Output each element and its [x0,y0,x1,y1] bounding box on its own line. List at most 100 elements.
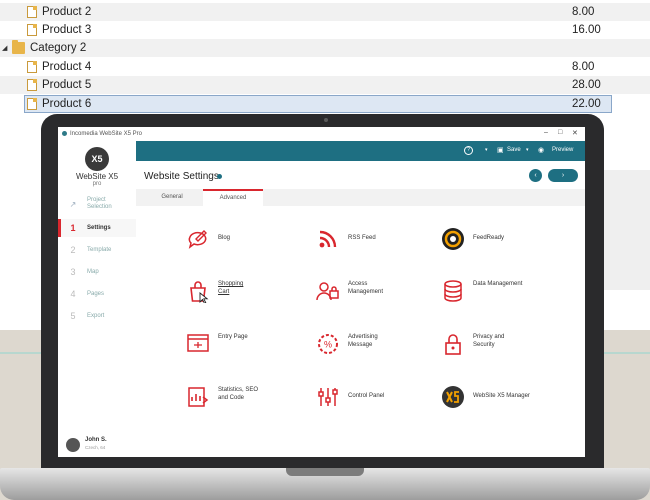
sidebar-item-template[interactable]: 2 Template [58,241,136,259]
feature-label: Shopping Cart [218,281,244,295]
avatar [66,438,80,452]
save-chevron-icon[interactable]: ▾ [526,147,529,153]
tree-row-label: Product 4 [42,61,92,73]
step-number: 4 [70,289,76,299]
next-button[interactable]: › [548,169,578,182]
sidebar-item-settings[interactable]: 1 Settings [58,219,139,237]
tree-row-value: 28.00 [572,79,601,91]
database-icon [444,280,462,302]
feature-blog[interactable]: Blog [186,224,316,254]
tree-row-label: Product 3 [42,24,92,36]
settings-tabs: General Advanced [136,189,585,207]
feature-x5-manager[interactable]: WebSite X5 Manager [441,382,571,412]
sidebar-item-label: Export [87,312,105,319]
user-subtitle: Czech, 64 [85,445,106,450]
background-shelf [596,170,650,290]
step-number: 2 [70,245,76,255]
user-profile[interactable]: John S. Czech, 64 [66,436,132,454]
tree-row-product-6[interactable]: Product 6 22.00 [0,95,650,113]
advertising-icon: % [318,334,338,354]
sidebar-item-pages[interactable]: 4 Pages [58,285,136,303]
preview-button[interactable]: Preview [552,147,573,153]
step-number: 5 [70,311,76,321]
folder-icon [12,40,25,54]
feature-advertising-message[interactable]: % Advertising Message [316,329,446,359]
step-number: 3 [70,267,76,277]
sidebar-item-export[interactable]: 5 Export [58,307,136,325]
control-panel-icon [318,388,338,406]
page-header: Website Settings ‹ › [136,161,585,189]
product-icon [27,61,37,73]
tree-row-value: 16.00 [572,24,601,36]
feature-shopping-cart[interactable]: Shopping Cart [186,276,316,306]
feature-statistics-seo-code[interactable]: Statistics, SEO and Code [186,382,316,412]
feature-label: Privacy and Security [473,334,505,348]
product-icon [27,79,37,91]
tree-row-label: Product 2 [42,6,92,18]
feature-data-management[interactable]: Data Management [441,276,571,306]
x5-manager-icon [442,386,464,408]
feature-privacy-security[interactable]: Privacy and Security [441,329,571,359]
tree-row-product-2[interactable]: Product 2 8.00 [0,3,650,21]
feature-control-panel[interactable]: Control Panel [316,382,446,412]
save-icon[interactable]: ▣ [497,146,504,154]
rocket-icon: ↗ [69,199,77,209]
expand-arrow-icon[interactable]: ◢ [2,44,12,52]
sidebar-item-label: Map [87,268,99,275]
feature-label: FeedReady [473,235,505,241]
sidebar-item-label: Project Selection [87,197,112,210]
feature-access-management[interactable]: Access Management [316,276,446,306]
maximize-icon[interactable]: □ [558,129,562,136]
laptop-screen: Incomedia WebSite X5 Pro – □ ✕ X5 WebSit… [58,127,585,457]
statistics-icon [188,387,209,407]
tab-general[interactable]: General [142,189,202,206]
tree-row-product-5[interactable]: Product 5 28.00 [0,76,650,94]
tree-row-product-4[interactable]: Product 4 8.00 [0,58,650,76]
tree-row-value: 8.00 [572,61,595,73]
help-chevron-icon[interactable]: ▾ [485,147,488,153]
info-icon[interactable] [217,174,222,179]
sidebar: X5 WebSite X5 pro ↗ Project Selection 1 … [58,141,139,457]
svg-text:%: % [324,340,332,350]
back-button[interactable]: ‹ [529,169,542,182]
top-toolbar: ? ▾ ▣ Save ▾ ◉ Preview [136,141,585,161]
feature-grid: Blog RSS Feed FeedReady Shopping Cart Ac… [136,206,585,457]
logo-subtext: pro [92,181,102,187]
feature-rss-feed[interactable]: RSS Feed [316,224,446,254]
save-button[interactable]: Save [507,147,521,153]
product-icon [27,6,37,18]
access-management-icon [316,282,339,301]
page-title: Website Settings [144,171,219,182]
eye-icon[interactable]: ◉ [538,146,544,154]
logo-text: WebSite X5 [75,172,119,181]
feature-label: Data Management [473,281,523,287]
product-tree: Product 2 8.00 Product 3 16.00 ◢ Categor… [0,0,650,118]
feature-entry-page[interactable]: Entry Page [186,329,316,359]
feature-label: Blog [218,235,231,241]
feature-label: Control Panel [348,393,385,399]
feature-feedready[interactable]: FeedReady [441,224,571,254]
tree-row-value: 22.00 [572,98,601,110]
tab-advanced[interactable]: Advanced [203,189,263,206]
tree-row-value: 8.00 [572,6,595,18]
feature-label: Entry Page [218,334,248,340]
tree-row-category-2[interactable]: ◢ Category 2 [0,39,650,57]
sidebar-item-project-selection[interactable]: ↗ Project Selection [58,193,136,215]
website-x5-logo: X5 [85,147,109,171]
tree-row-product-3[interactable]: Product 3 16.00 [0,21,650,39]
tree-row-label: Category 2 [30,42,87,54]
shopping-cart-icon [190,281,209,303]
product-icon [27,98,37,110]
app-icon [62,131,67,136]
feature-label: Statistics, SEO and Code [218,387,259,401]
webcam [324,118,328,122]
lock-icon [445,334,461,355]
blog-icon [188,230,207,249]
sidebar-item-map[interactable]: 3 Map [58,263,136,281]
minimize-icon[interactable]: – [544,129,548,136]
close-icon[interactable]: ✕ [572,129,578,137]
sidebar-item-label: Template [87,246,112,253]
sidebar-item-label: Settings [87,224,111,231]
user-name: John S. [85,437,107,443]
help-icon[interactable]: ? [464,146,473,155]
